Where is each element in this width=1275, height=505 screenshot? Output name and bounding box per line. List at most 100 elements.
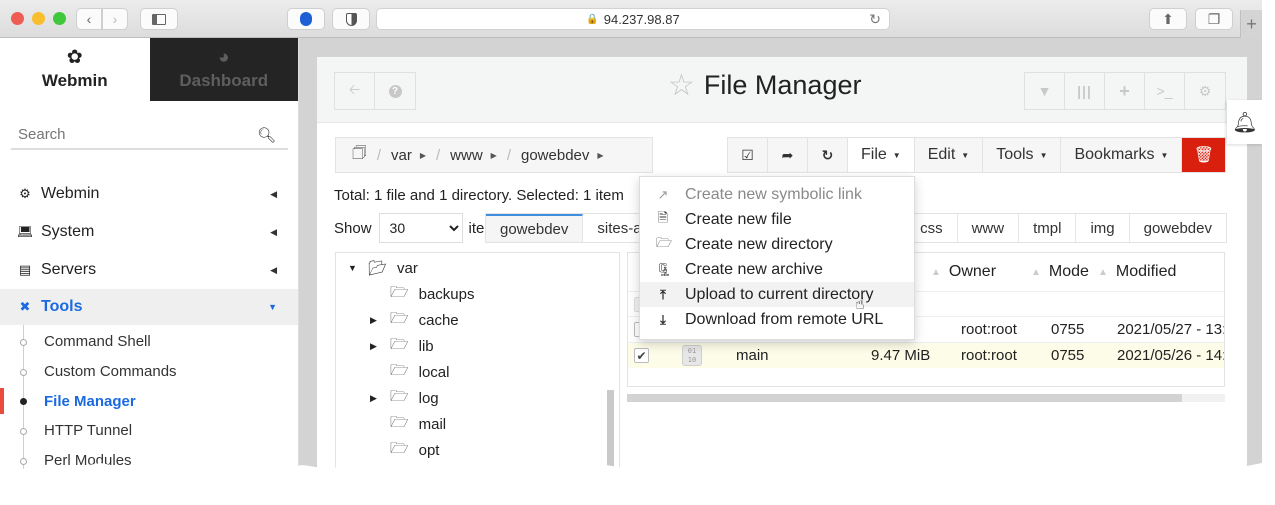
caret-right-icon[interactable]: ▶ [370,393,384,404]
url-text: 94.237.98.87 [603,11,680,27]
folders-icon[interactable]: 🗇︎ [352,142,367,169]
row-checkbox-checked[interactable]: ✔ [634,348,649,363]
dir-tab[interactable]: gowebdev [486,214,584,242]
tab-webmin[interactable]: ✿ Webmin [0,38,150,101]
breadcrumb-item-gowebdev[interactable]: gowebdev [521,147,589,164]
caret-right-icon[interactable]: ▶ [370,315,384,326]
tree-scrollbar[interactable] [607,390,614,469]
browser-back-button[interactable]: ‹ [76,8,102,30]
share-button[interactable]: ➦ [768,138,808,172]
tree-node-mail[interactable]: 🗁︎ mail [370,411,446,437]
tree-node-var[interactable]: ▼ 📂︎ var [348,255,418,281]
sidebar-toggle-button[interactable] [140,8,178,30]
menu-item-create-directory[interactable]: 🗁︎ Create new directory [640,232,914,257]
close-window-button[interactable] [11,12,24,25]
columns-icon: ||| [1077,83,1092,99]
share-icon: ⬆ [1162,10,1174,27]
file-menu-button[interactable]: File ▼ [848,138,915,172]
notifications-button[interactable]: 🔔︎ [1227,100,1262,144]
columns-button[interactable]: ||| [1065,73,1105,109]
select-all-icon: ☑ [741,146,754,163]
tab-dashboard[interactable]: ◕ Dashboard [149,38,298,101]
sidebar-item-system[interactable]: 💻︎ System ◀ [0,213,298,251]
tree-node-opt[interactable]: 🗁︎ opt [370,437,439,463]
browser-forward-button[interactable]: › [102,8,128,30]
tabs-overview-button[interactable]: ❐ [1195,8,1233,30]
table-horizontal-scrollbar[interactable] [627,394,1225,402]
help-button[interactable]: ? [375,73,415,109]
sidebar-item-command-shell[interactable]: Command Shell [0,327,298,357]
directory-tree: ▼ 📂︎ var 🗁︎ backups ▶ 🗁︎ cache ▶ 🗁︎ lib … [335,252,620,469]
column-header-mode[interactable]: ▲︎ Mode [1031,253,1089,291]
tree-node-local[interactable]: 🗁︎ local [370,359,449,385]
caret-down-icon[interactable]: ▼ [348,263,362,273]
sidebar-item-label: Perl Modules [44,452,132,470]
page-size-select[interactable]: 30 [378,213,463,243]
star-icon[interactable]: ☆ [668,70,695,101]
caret-right-icon[interactable]: ▶ [370,341,384,352]
refresh-button[interactable]: ↻ [808,138,848,172]
tree-node-backups[interactable]: 🗁︎ backups [370,281,474,307]
fullscreen-button[interactable] [53,12,66,25]
menu-item-create-file[interactable]: 🗎︎ Create new file [640,207,914,232]
sidebar-item-http-tunnel[interactable]: HTTP Tunnel [0,416,298,446]
menu-item-label: Create new archive [685,260,823,278]
breadcrumb-item-var[interactable]: var [391,147,412,164]
address-bar[interactable]: 🔒 94.237.98.87 ↻ [376,8,890,30]
folder-icon: 🗁︎ [390,309,409,327]
search-input[interactable] [11,125,251,143]
tree-node-lib[interactable]: ▶ 🗁︎ lib [370,333,434,359]
edit-menu-button[interactable]: Edit ▼ [915,138,984,172]
search-icon[interactable]: 🔍︎ [257,126,276,144]
menu-item-create-archive[interactable]: 🗜︎ Create new archive [640,257,914,282]
caret-right-icon[interactable]: ▶ [420,151,426,160]
select-all-button[interactable]: ☑ [728,138,768,172]
filter-button[interactable]: ▼ [1025,73,1065,109]
delete-button[interactable]: 🗑︎ [1182,138,1226,172]
breadcrumb-item-www[interactable]: www [450,147,483,164]
terminal-button[interactable]: >_ [1145,73,1185,109]
caret-right-icon[interactable]: ▶ [491,151,497,160]
extension-button[interactable] [287,8,325,30]
sidebar-item-servers[interactable]: ▤ Servers ◀ [0,251,298,289]
sidebar-item-custom-commands[interactable]: Custom Commands [0,357,298,387]
sidebar-item-tools[interactable]: ✖ Tools ▼ [0,289,298,325]
settings-button[interactable]: ⚙ [1185,73,1225,109]
add-button[interactable]: + [1105,73,1145,109]
sidebar-item-perl-modules[interactable]: Perl Modules [0,446,298,470]
column-header-owner[interactable]: ▲︎ Owner [931,253,996,291]
back-button[interactable]: 🡠 [335,73,375,109]
tree-node-cache[interactable]: ▶ 🗁︎ cache [370,307,459,333]
page-size-control: Show 30 items [334,213,491,243]
bullet-icon [20,368,27,376]
privacy-report-button[interactable] [332,8,370,30]
tree-node-log[interactable]: ▶ 🗁︎ log [370,385,439,411]
menu-item-upload[interactable]: ⤒ Upload to current directory [640,282,914,307]
cell-name[interactable]: main [736,347,769,364]
tools-menu-button[interactable]: Tools ▼ [983,138,1062,172]
new-tab-button[interactable]: + [1240,10,1262,38]
dir-tab[interactable]: img [1076,214,1130,242]
sort-icon: ▲︎ [1031,266,1041,278]
column-header-modified[interactable]: ▲︎ Modified [1098,253,1176,291]
share-button[interactable]: ⬆ [1149,8,1187,30]
table-row-selected[interactable]: ✔ 01 10 main 9.47 MiB root:root 0755 2021… [628,342,1224,368]
menu-item-create-symlink[interactable]: ↗ Create new symbolic link [640,182,914,207]
sidebar-item-webmin[interactable]: ⚙ Webmin ◀ [0,175,298,213]
scrollbar-thumb[interactable] [627,394,1182,402]
minimize-window-button[interactable] [32,12,45,25]
menu-item-label: Create new directory [685,235,833,253]
dir-tab[interactable]: tmpl [1019,214,1077,242]
dir-tab[interactable]: www [958,214,1020,242]
menu-item-download-url[interactable]: ⤓ Download from remote URL [640,307,914,332]
tab-dashboard-label: Dashboard [179,71,269,90]
sidebar-item-file-manager[interactable]: File Manager [0,386,298,416]
tabs-icon: ❐ [1207,10,1221,27]
dir-tab[interactable]: gowebdev [1130,214,1226,242]
reload-icon[interactable]: ↻ [869,11,881,28]
tree-node-label: log [418,389,439,407]
bookmarks-menu-button[interactable]: Bookmarks ▼ [1061,138,1183,172]
gear-icon: ⚙ [19,186,31,201]
gear-icon: ⚙ [1198,82,1212,99]
caret-right-icon[interactable]: ▶ [597,151,603,160]
